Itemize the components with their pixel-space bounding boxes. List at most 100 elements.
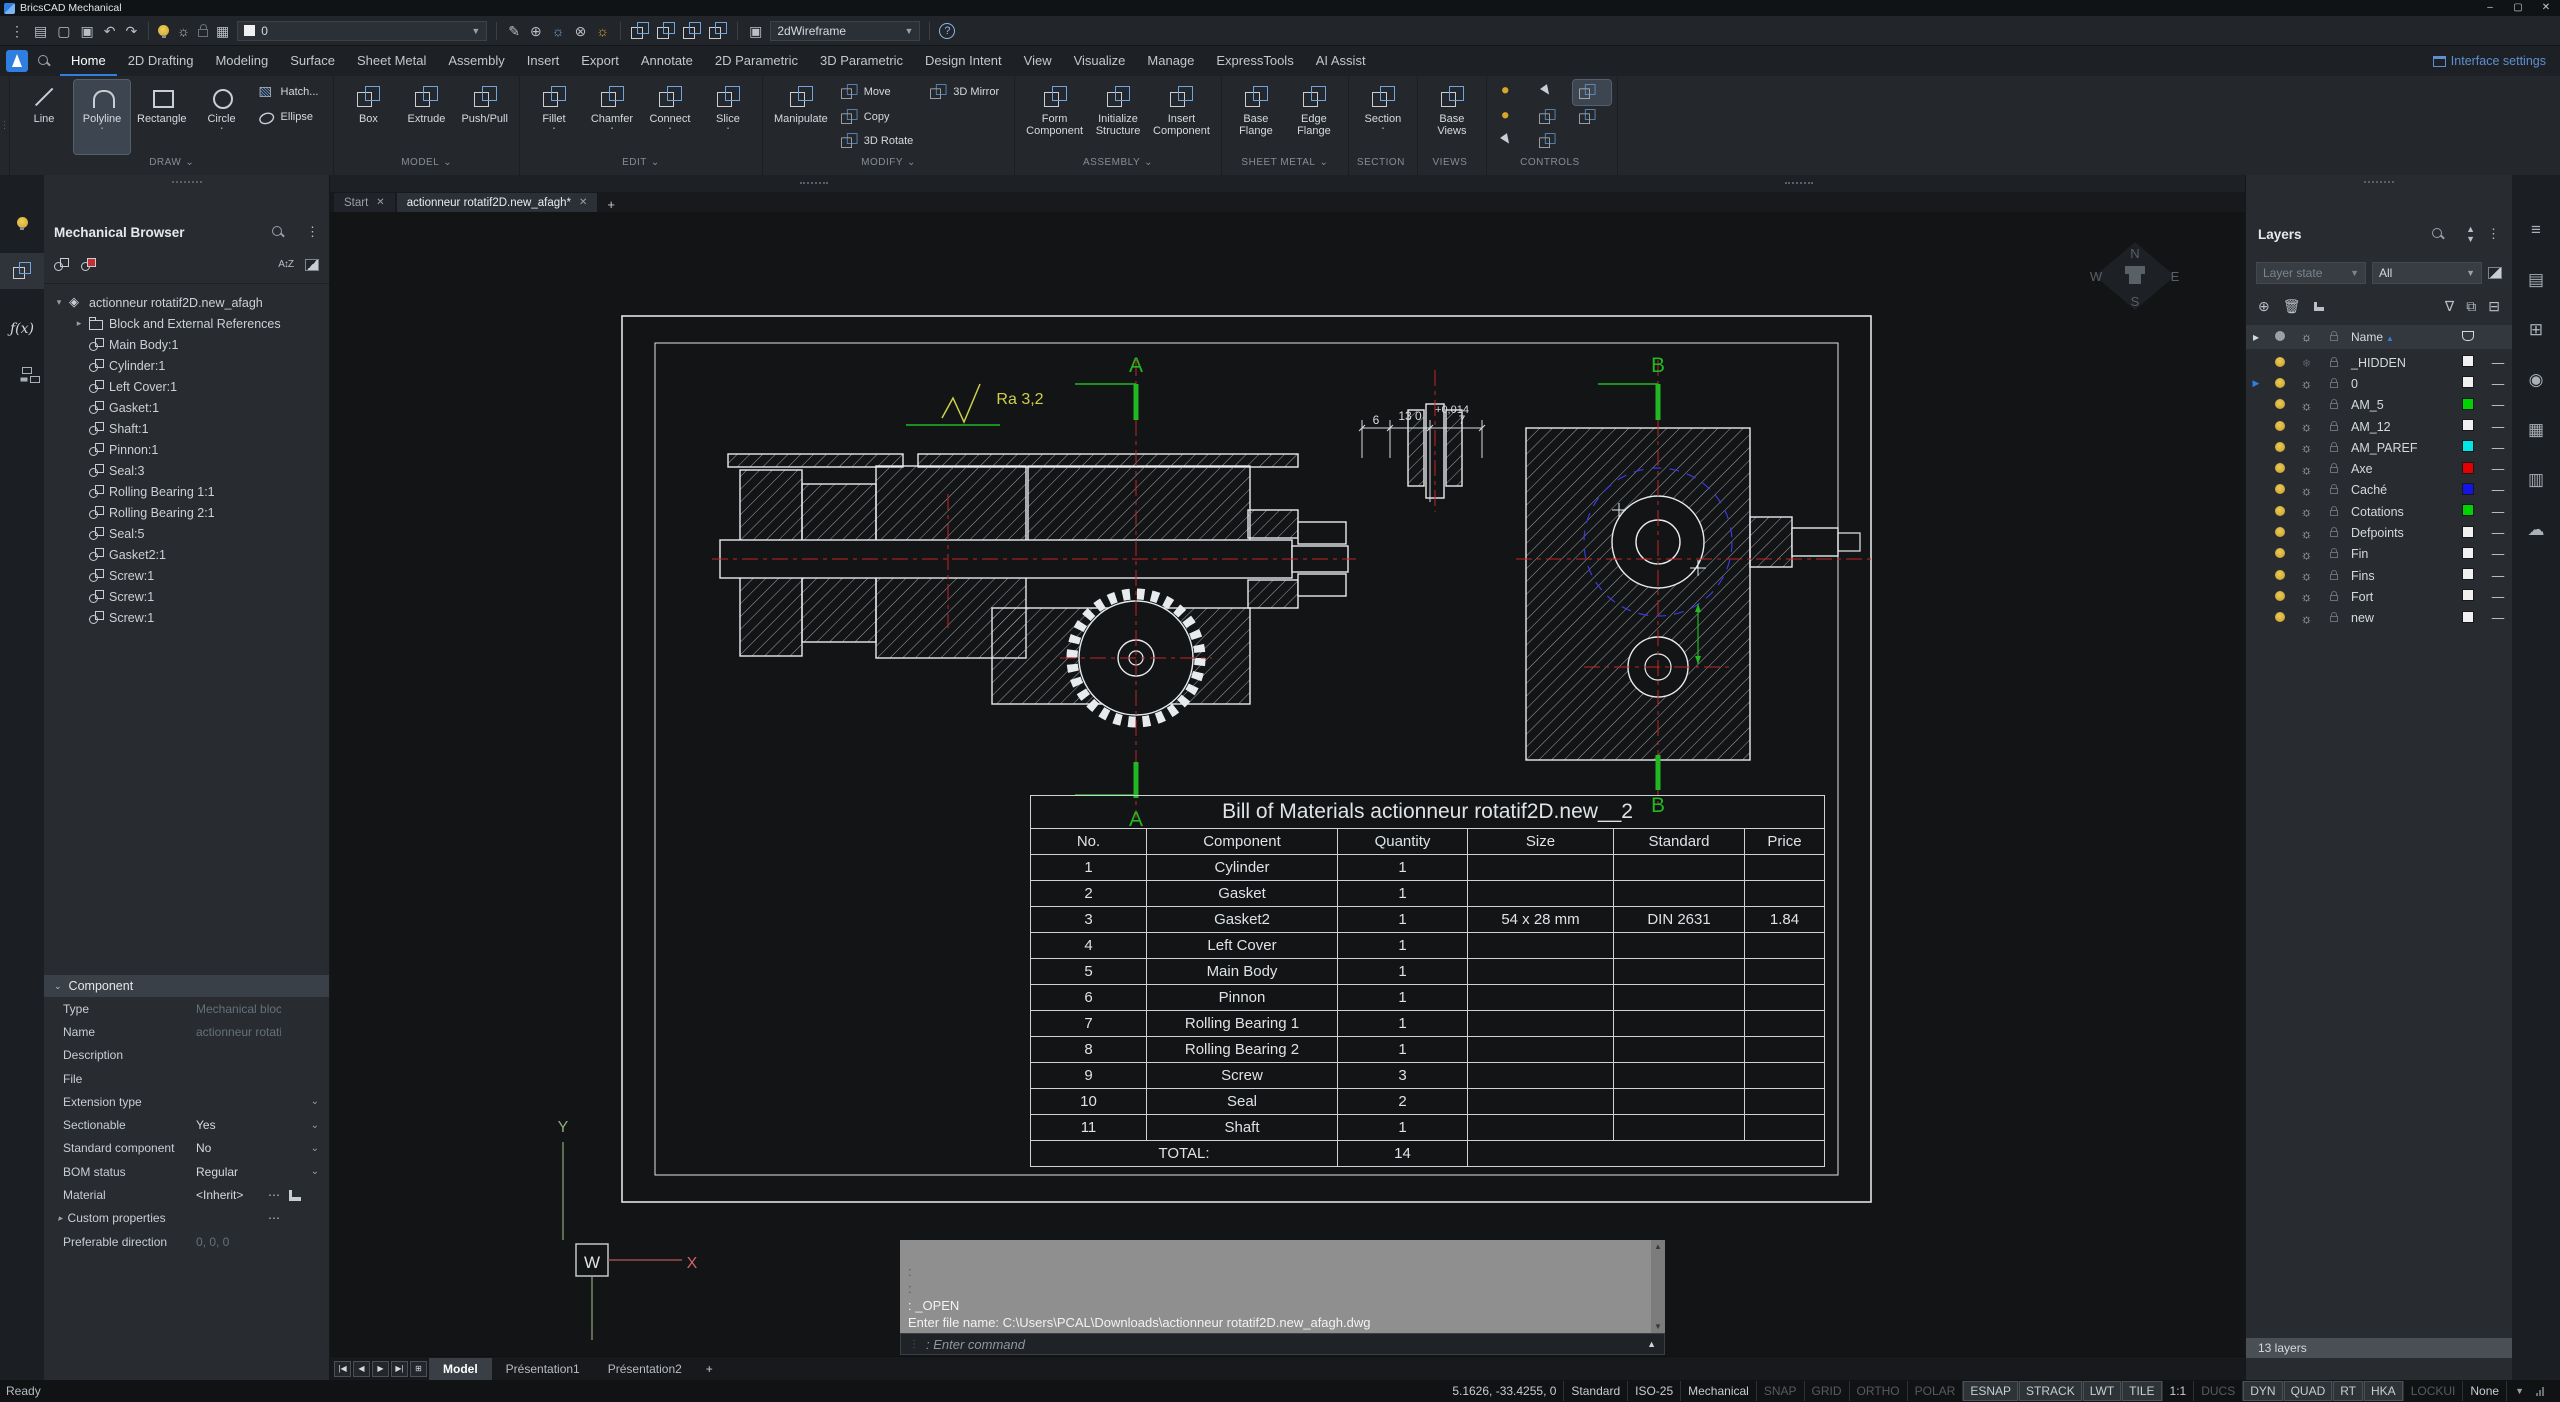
- ribbon-button[interactable]: Extrude: [398, 80, 454, 154]
- ribbon-button[interactable]: Hatch...: [252, 80, 328, 105]
- layout-tab[interactable]: Présentation2: [594, 1358, 696, 1380]
- layer-filter-combo[interactable]: All ▼: [2372, 262, 2482, 284]
- layer-row[interactable]: ▶ AM_12 —: [2246, 416, 2512, 437]
- layer-color-swatch[interactable]: [2453, 483, 2483, 498]
- panel-grip-icon[interactable]: [2364, 181, 2394, 185]
- property-row[interactable]: Sectionable Yes ⌄: [44, 1113, 329, 1136]
- property-row[interactable]: File: [44, 1067, 329, 1090]
- tree-item[interactable]: Shaft:1: [44, 418, 329, 439]
- purge-layer-icon[interactable]: [2314, 302, 2324, 311]
- layer-linetype[interactable]: —: [2483, 505, 2513, 519]
- ribbon-tab[interactable]: Modeling: [204, 46, 279, 76]
- layer-on-icon[interactable]: [2266, 526, 2293, 540]
- property-value[interactable]: Regular: [196, 1165, 281, 1179]
- ribbon-tab[interactable]: View: [1013, 46, 1063, 76]
- ribbon-group-footer[interactable]: EDIT ⌄: [526, 154, 756, 170]
- layer-linetype[interactable]: —: [2483, 569, 2513, 583]
- layout-list-icon[interactable]: ⊞: [410, 1361, 427, 1377]
- layer-name[interactable]: Caché: [2347, 483, 2453, 497]
- current-layer-icon[interactable]: ▶: [2246, 421, 2266, 432]
- layer-color-swatch[interactable]: [2453, 568, 2483, 583]
- ribbon-button[interactable]: Section ▪: [1355, 80, 1411, 154]
- layer-color-swatch[interactable]: [2453, 526, 2483, 541]
- status-toggle[interactable]: ISO-25: [1628, 1381, 1681, 1401]
- ribbon-button[interactable]: Rectangle: [132, 80, 192, 154]
- ribbon-button[interactable]: Edge Flange: [1286, 80, 1342, 154]
- ribbon-group-footer[interactable]: MODEL ⌄: [340, 154, 512, 170]
- grip-icon[interactable]: [1785, 182, 1813, 184]
- layer-lock-icon[interactable]: [2320, 441, 2347, 455]
- layer-row[interactable]: ▶ Fins —: [2246, 565, 2512, 586]
- status-toggle[interactable]: SNAP: [1757, 1381, 1805, 1401]
- status-toggle[interactable]: ORTHO: [1850, 1381, 1908, 1401]
- layers-panel-icon[interactable]: ▤: [2512, 270, 2560, 290]
- layer-freeze-icon[interactable]: [2293, 356, 2320, 370]
- sheets-panel-icon[interactable]: ▥: [2512, 470, 2560, 490]
- layer-linetype[interactable]: —: [2483, 483, 2513, 497]
- hide-components-icon[interactable]: [81, 258, 96, 272]
- search-icon[interactable]: [38, 55, 50, 67]
- layer-name[interactable]: Fin: [2347, 547, 2453, 561]
- properties-panel-icon[interactable]: ≡: [2512, 220, 2560, 240]
- parameters-panel-icon[interactable]: ƒ(x): [0, 318, 44, 338]
- tree-item[interactable]: Main Body:1: [44, 334, 329, 355]
- layer-linetype[interactable]: —: [2483, 611, 2513, 625]
- ribbon-button[interactable]: [1493, 80, 1531, 105]
- preview-icon[interactable]: ▢: [55, 22, 72, 40]
- undo-icon[interactable]: ↶: [102, 22, 118, 40]
- layer-linetype[interactable]: —: [2483, 377, 2513, 391]
- layer-name[interactable]: AM_12: [2347, 420, 2453, 434]
- tree-item[interactable]: ▸ Block and External References: [44, 313, 329, 334]
- new-document-button[interactable]: +: [599, 197, 623, 212]
- ribbon-group-footer[interactable]: SECTION: [1355, 154, 1411, 170]
- layer-name[interactable]: Fins: [2347, 569, 2453, 583]
- property-row[interactable]: Extension type ⌄: [44, 1090, 329, 1113]
- redo-icon[interactable]: ↷: [123, 22, 139, 40]
- tree-item[interactable]: Pinnon:1: [44, 439, 329, 460]
- tree-caret-icon[interactable]: ▾: [54, 297, 64, 308]
- layer-on-icon[interactable]: [2266, 398, 2293, 412]
- property-row[interactable]: Name actionneur rotatif2D.ne: [44, 1020, 329, 1043]
- current-layer-icon[interactable]: ▶: [2246, 549, 2266, 560]
- ribbon-tab[interactable]: Manage: [1136, 46, 1205, 76]
- collapse-icon[interactable]: ▲▼: [2466, 224, 2475, 244]
- first-layout-icon[interactable]: |◀: [334, 1361, 351, 1377]
- close-icon[interactable]: ✕: [376, 197, 384, 208]
- layer-lock-icon[interactable]: [2320, 356, 2347, 370]
- layer-linetype[interactable]: —: [2483, 356, 2513, 370]
- ribbon-button[interactable]: [1533, 105, 1571, 130]
- expand-log-icon[interactable]: ▲: [1647, 1339, 1656, 1349]
- current-layer-icon[interactable]: ▶: [2246, 613, 2266, 624]
- property-value[interactable]: <Inherit>: [196, 1188, 268, 1202]
- view-cube-front-icon[interactable]: [682, 21, 702, 41]
- lamp-icon[interactable]: [158, 25, 169, 36]
- layer-on-icon[interactable]: [2266, 505, 2293, 519]
- help-icon[interactable]: ?: [939, 23, 955, 39]
- layer-color-swatch[interactable]: [2453, 419, 2483, 434]
- layer-row[interactable]: ▶ Defpoints —: [2246, 522, 2512, 543]
- layer-color-swatch[interactable]: [2453, 589, 2483, 604]
- ribbon-button[interactable]: 3D Rotate: [835, 129, 923, 154]
- current-layer-icon[interactable]: ▶: [2246, 400, 2266, 411]
- more-options-icon[interactable]: ⋯: [268, 1211, 281, 1225]
- ribbon-button[interactable]: Move: [835, 80, 923, 105]
- layer-on-icon[interactable]: [2266, 356, 2293, 370]
- layer-on-icon[interactable]: [2266, 590, 2293, 604]
- scroll-up-icon[interactable]: ▲: [1654, 1242, 1662, 1251]
- property-value[interactable]: Mechanical block: [196, 1002, 281, 1016]
- ribbon-button[interactable]: [1493, 105, 1531, 130]
- ribbon-button[interactable]: Connect ▪: [642, 80, 698, 154]
- ribbon-tab[interactable]: Surface: [279, 46, 346, 76]
- layer-freeze-icon[interactable]: [2293, 504, 2320, 519]
- ribbon-button[interactable]: Initialize Structure: [1090, 80, 1146, 154]
- layer-name[interactable]: AM_5: [2347, 398, 2453, 412]
- tree-item[interactable]: Screw:1: [44, 607, 329, 628]
- current-layer-icon[interactable]: ▶: [2246, 485, 2266, 496]
- deselect-icon[interactable]: ⊗: [573, 22, 589, 40]
- tree-caret-icon[interactable]: ▸: [74, 318, 84, 329]
- current-layer-icon[interactable]: ▶: [2246, 506, 2266, 517]
- status-toggle[interactable]: TILE: [2122, 1381, 2162, 1401]
- layer-lock-icon[interactable]: [2320, 462, 2347, 476]
- status-toggle[interactable]: HKA: [2364, 1381, 2404, 1401]
- layer-lock-icon[interactable]: [2320, 505, 2347, 519]
